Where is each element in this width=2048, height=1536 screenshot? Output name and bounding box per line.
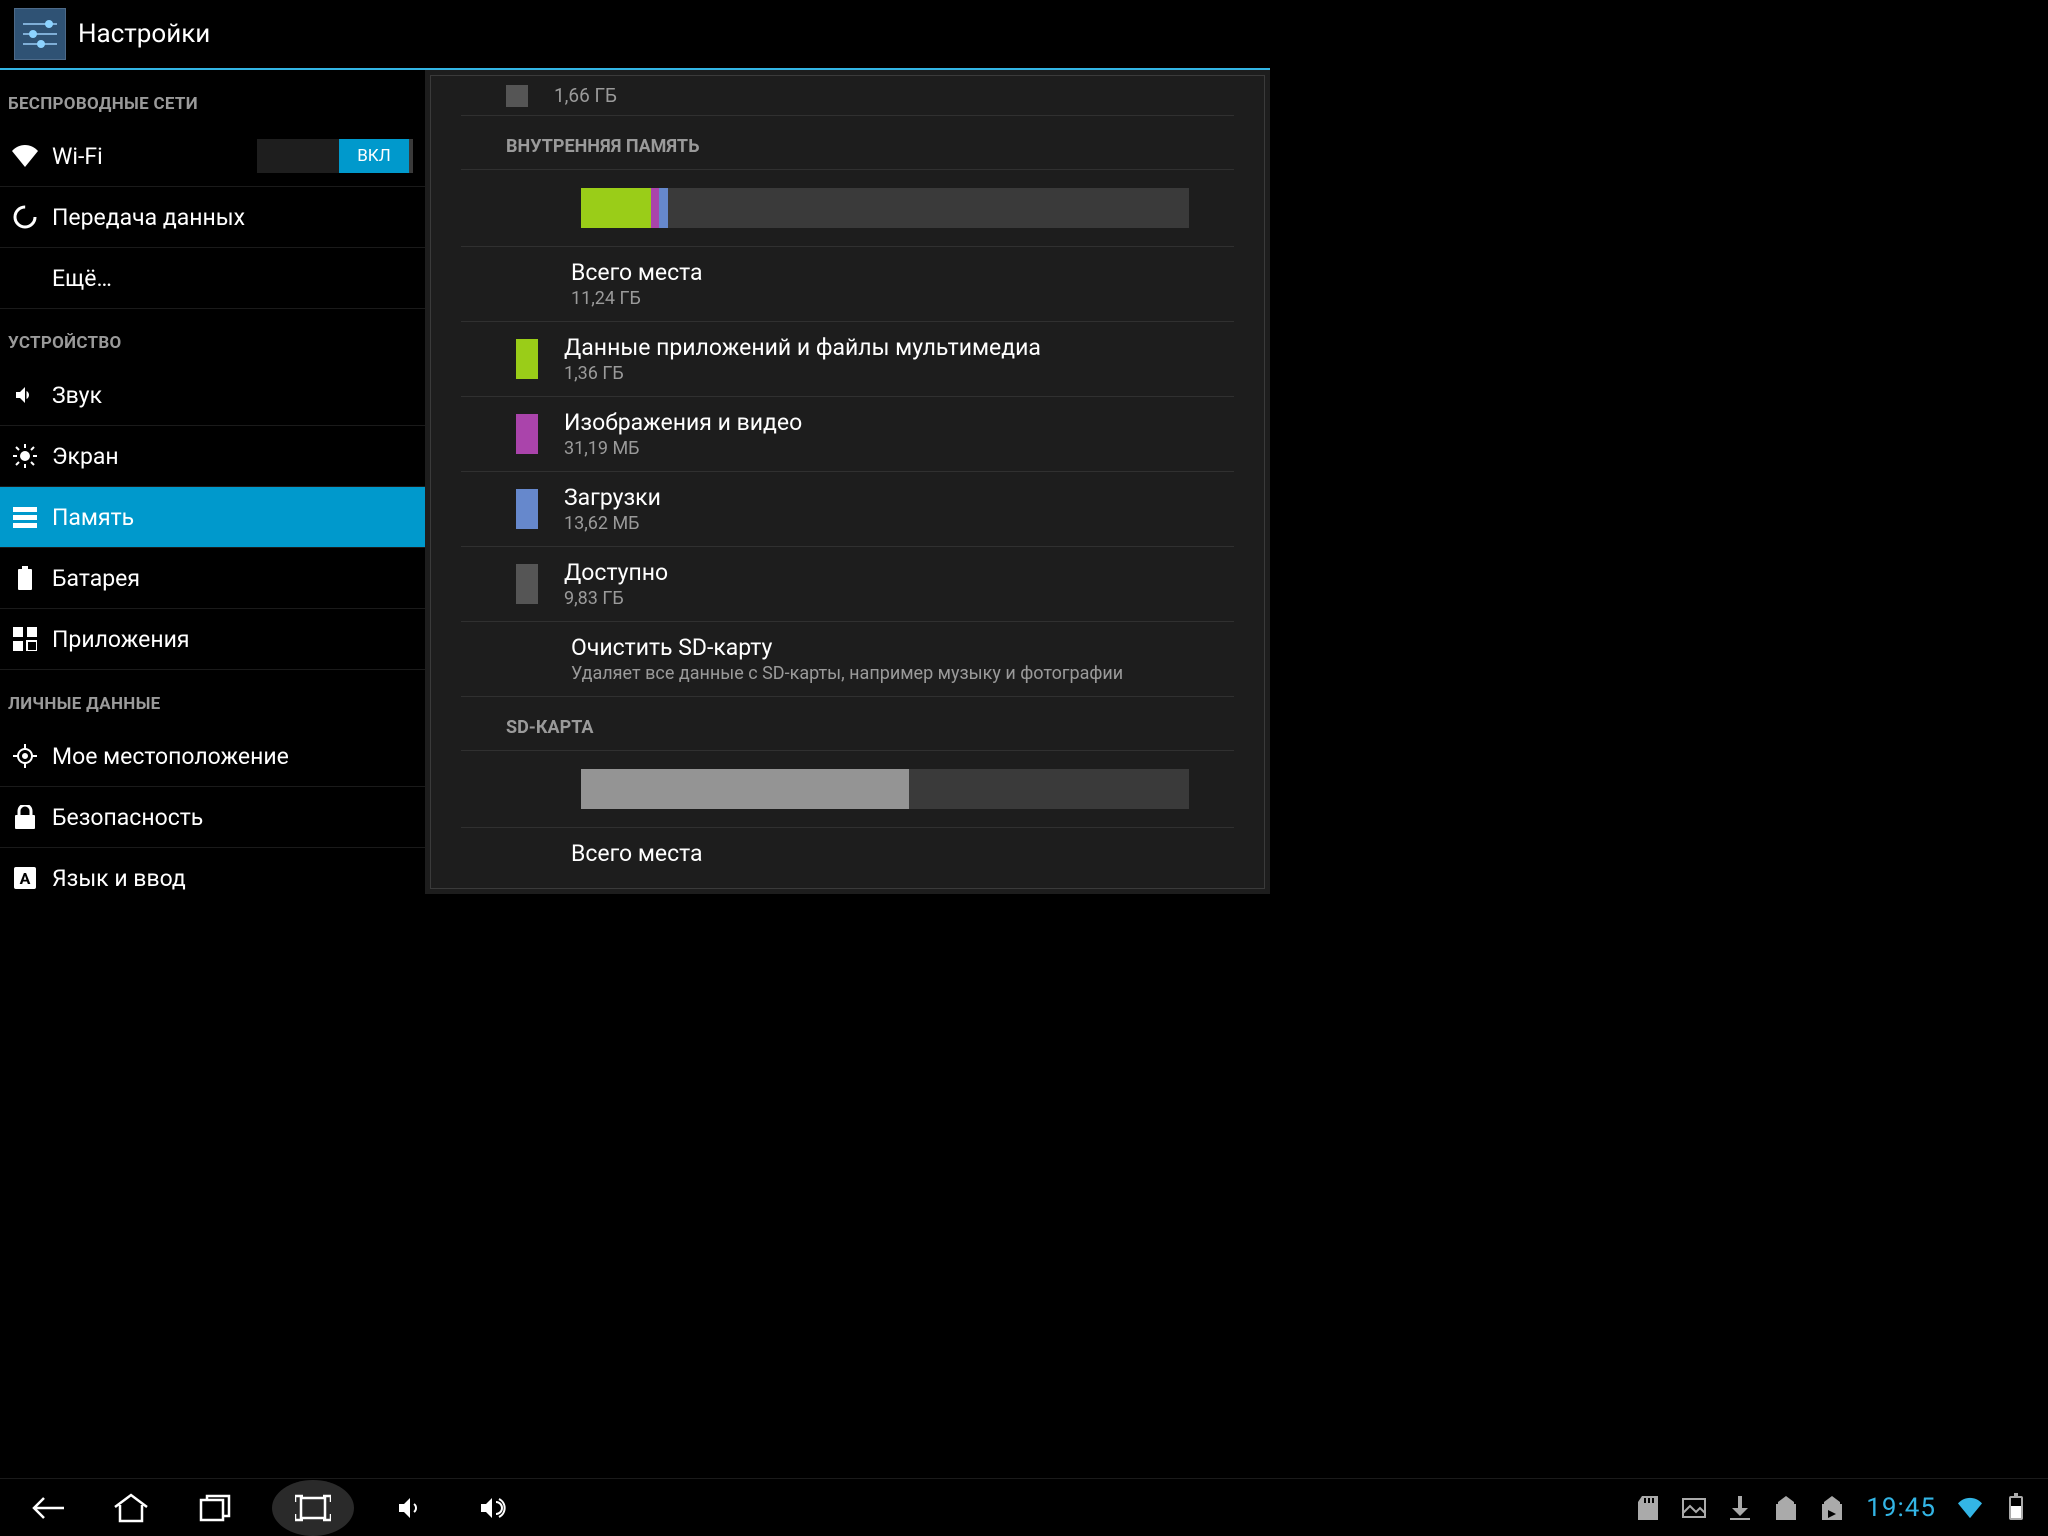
sd-card-status-icon[interactable]: [1636, 1496, 1660, 1520]
storage-total[interactable]: Всего места 11,24 ГБ: [461, 247, 1234, 322]
settings-app-icon: [14, 8, 66, 60]
sidebar-item-security[interactable]: Безопасность: [0, 787, 425, 848]
storage-media[interactable]: Изображения и видео 31,19 МБ: [461, 397, 1234, 472]
storage-downloads[interactable]: Загрузки 13,62 МБ: [461, 472, 1234, 547]
home-button[interactable]: [104, 1481, 158, 1535]
storage-swatch: [516, 339, 538, 379]
sidebar-item-sound[interactable]: Звук: [0, 365, 425, 426]
page-title: Настройки: [78, 19, 210, 49]
sound-icon: [12, 382, 38, 408]
storage-item-subtitle: Удаляет все данные с SD-карты, например …: [571, 663, 1123, 684]
apps-icon: [12, 626, 38, 652]
sidebar-item-data-usage[interactable]: Передача данных: [0, 187, 425, 248]
storage-swatch: [516, 414, 538, 454]
storage-icon: [12, 504, 38, 530]
internal-storage-bar-row: [461, 170, 1234, 247]
data-usage-icon: [12, 204, 38, 230]
gallery-status-icon[interactable]: [1682, 1496, 1706, 1520]
storage-item-name: Данные приложений и файлы мультимедиа: [564, 334, 1041, 361]
storage-item-value: 9,83 ГБ: [564, 588, 668, 609]
back-button[interactable]: [20, 1481, 74, 1535]
storage-item-name: Изображения и видео: [564, 409, 802, 436]
play-store-status-icon-2[interactable]: [1820, 1496, 1844, 1520]
sidebar-item-label: Батарея: [52, 565, 413, 592]
status-clock[interactable]: 19:45: [1866, 1493, 1936, 1523]
brightness-icon: [12, 443, 38, 469]
volume-up-button[interactable]: [468, 1481, 522, 1535]
section-internal-storage: ВНУТРЕННЯЯ ПАМЯТЬ: [461, 116, 1234, 170]
storage-item-value: 13,62 МБ: [564, 513, 661, 534]
storage-item-value: 1,66 ГБ: [554, 84, 617, 107]
volume-down-button[interactable]: [384, 1481, 438, 1535]
internal-storage-bar: [581, 188, 1189, 228]
download-status-icon[interactable]: [1728, 1496, 1752, 1520]
storage-item-value: 1,36 ГБ: [564, 363, 1041, 384]
sidebar-item-language[interactable]: A Язык и ввод: [0, 848, 425, 894]
sd-total[interactable]: Всего места: [461, 828, 1234, 879]
wifi-signal-icon[interactable]: [1958, 1496, 1982, 1520]
sidebar-item-location[interactable]: Мое местоположение: [0, 726, 425, 787]
storage-swatch: [516, 564, 538, 604]
wifi-toggle[interactable]: ВКЛ: [257, 139, 413, 173]
storage-available[interactable]: Доступно 9,83 ГБ: [461, 547, 1234, 622]
location-icon: [12, 743, 38, 769]
battery-icon: [12, 565, 38, 591]
storage-swatch: [516, 489, 538, 529]
sidebar-item-display[interactable]: Экран: [0, 426, 425, 487]
storage-swatch: [506, 85, 528, 107]
sidebar-item-label: Память: [52, 504, 413, 531]
sidebar-item-label: Экран: [52, 443, 413, 470]
sidebar-item-label: Ещё…: [52, 265, 413, 292]
sidebar-item-more[interactable]: Ещё…: [0, 248, 425, 309]
sidebar-item-label: Звук: [52, 382, 413, 409]
toggle-on-label: ВКЛ: [339, 139, 409, 173]
storage-item-name: Загрузки: [564, 484, 661, 511]
sidebar-item-label: Язык и ввод: [52, 865, 413, 892]
detail-pane: 1,66 ГБ ВНУТРЕННЯЯ ПАМЯТЬ Всего места 11…: [425, 70, 1270, 894]
action-bar: Настройки: [0, 0, 1270, 70]
storage-erase-sd[interactable]: Очистить SD-карту Удаляет все данные с S…: [461, 622, 1234, 697]
category-wireless: БЕСПРОВОДНЫЕ СЕТИ: [0, 70, 425, 126]
wifi-icon: [12, 143, 38, 169]
lock-icon: [12, 804, 38, 830]
storage-item-name: Доступно: [564, 559, 668, 586]
sd-storage-bar: [581, 769, 1189, 809]
recent-apps-button[interactable]: [188, 1481, 242, 1535]
language-icon: A: [12, 865, 38, 891]
storage-item-value: 31,19 МБ: [564, 438, 802, 459]
sidebar-item-storage[interactable]: Память: [0, 487, 425, 548]
sidebar-item-label: Приложения: [52, 626, 413, 653]
section-sd-card: SD-КАРТА: [461, 697, 1234, 751]
storage-item-name: Очистить SD-карту: [571, 634, 1123, 661]
sidebar-item-apps[interactable]: Приложения: [0, 609, 425, 670]
system-navbar: 19:45: [0, 1478, 2048, 1536]
battery-status-icon[interactable]: [2004, 1496, 2028, 1520]
category-personal: ЛИЧНЫЕ ДАННЫЕ: [0, 670, 425, 726]
storage-item-name: Всего места: [571, 259, 703, 286]
storage-apps[interactable]: Данные приложений и файлы мультимедиа 1,…: [461, 322, 1234, 397]
screenshot-button[interactable]: [272, 1480, 354, 1536]
play-store-status-icon[interactable]: [1774, 1496, 1798, 1520]
sidebar-item-label: Wi-Fi: [52, 143, 257, 170]
storage-item-value: 11,24 ГБ: [571, 288, 703, 309]
category-device: УСТРОЙСТВО: [0, 309, 425, 365]
sidebar-item-wifi[interactable]: Wi-Fi ВКЛ: [0, 126, 425, 187]
sidebar-item-label: Передача данных: [52, 204, 413, 231]
storage-item-name: Всего места: [571, 840, 703, 867]
sd-storage-bar-row: [461, 751, 1234, 828]
sidebar-item-battery[interactable]: Батарея: [0, 548, 425, 609]
sidebar-item-label: Безопасность: [52, 804, 413, 831]
storage-item-partial[interactable]: 1,66 ГБ: [461, 76, 1234, 116]
svg-text:A: A: [20, 869, 31, 888]
sidebar-item-label: Мое местоположение: [52, 743, 413, 770]
settings-sidebar: БЕСПРОВОДНЫЕ СЕТИ Wi-Fi ВКЛ Передача дан…: [0, 70, 425, 894]
